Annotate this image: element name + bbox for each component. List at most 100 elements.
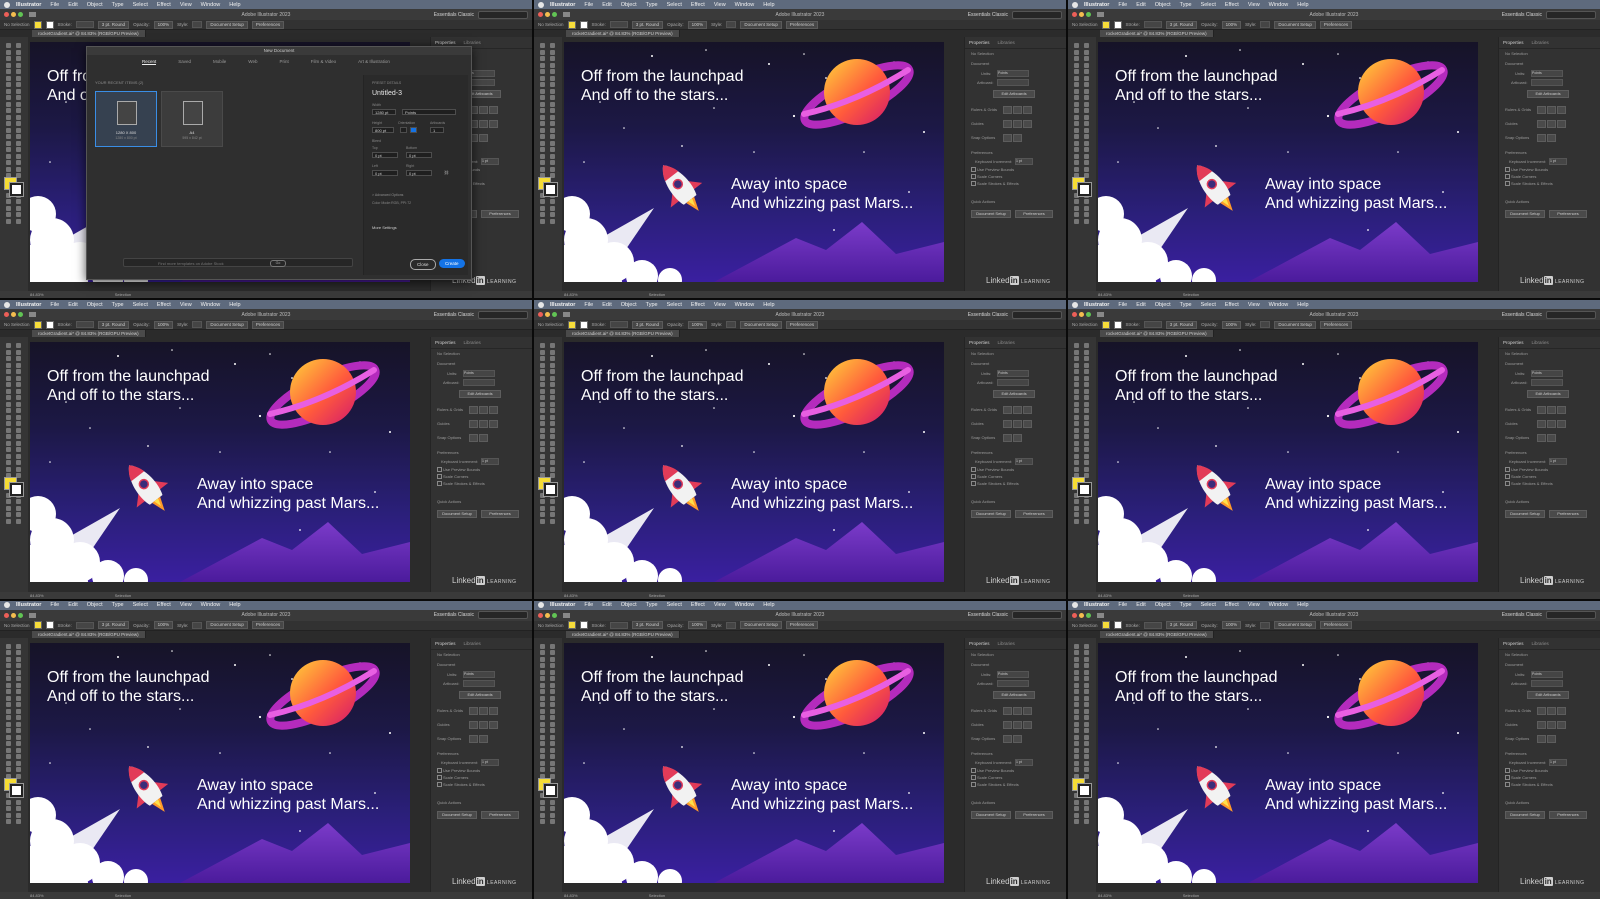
tool-icon[interactable] — [1084, 362, 1089, 368]
tool-icon[interactable] — [1074, 695, 1079, 701]
tool-icon[interactable] — [6, 95, 11, 100]
tool-icon[interactable] — [16, 460, 21, 466]
workspace-switcher[interactable]: Essentials Classic — [1502, 12, 1542, 18]
tool-icon[interactable] — [1074, 356, 1079, 362]
snap-to-point-icon[interactable] — [469, 734, 478, 743]
tool-icon[interactable] — [550, 147, 555, 152]
tool-icon[interactable] — [1084, 702, 1089, 708]
tool-icon[interactable] — [1084, 806, 1089, 812]
tool-icon[interactable] — [1084, 375, 1089, 381]
tab-properties[interactable]: Properties — [1503, 40, 1524, 45]
grid-toggle-icon[interactable] — [479, 406, 488, 415]
tool-icon[interactable] — [1074, 49, 1079, 55]
menu-item-window[interactable]: Window — [201, 302, 221, 308]
artwork-text-line-4[interactable]: And whizzing past Mars... — [731, 796, 913, 814]
zoom-level[interactable]: 84.83% — [30, 292, 44, 297]
tool-icon[interactable] — [16, 421, 21, 427]
tool-icon[interactable] — [1084, 160, 1089, 165]
tool-icon[interactable] — [1074, 466, 1079, 472]
transparency-grid-icon[interactable] — [489, 706, 498, 715]
tool-icon[interactable] — [1074, 767, 1079, 773]
tool-icon[interactable] — [1084, 747, 1089, 753]
tool-icon[interactable] — [6, 140, 11, 146]
menu-item-edit[interactable]: Edit — [1136, 602, 1145, 608]
brush-definition-select[interactable]: 3 pt. Round — [97, 20, 130, 29]
close-window-icon[interactable] — [4, 612, 9, 618]
tool-icon[interactable] — [6, 62, 11, 68]
scale-corners-checkbox[interactable] — [437, 774, 442, 780]
tool-icon[interactable] — [1084, 669, 1089, 675]
tool-icon[interactable] — [1074, 205, 1079, 211]
tool-icon[interactable] — [540, 447, 545, 453]
tab-libraries[interactable]: Libraries — [998, 641, 1015, 646]
zoom-window-icon[interactable] — [1086, 12, 1091, 17]
transparency-grid-icon[interactable] — [1023, 406, 1032, 415]
tool-icon[interactable] — [550, 88, 555, 94]
tool-icon[interactable] — [1084, 147, 1089, 152]
tool-icon[interactable] — [550, 199, 555, 204]
link-bleed-icon[interactable]: ⛓ — [442, 170, 449, 176]
home-icon[interactable] — [1097, 612, 1104, 618]
tool-icon[interactable] — [1074, 447, 1079, 453]
document-tab[interactable]: rocketGradient.ai* @ 84.83% (RGB/GPU Pre… — [32, 330, 146, 338]
tool-icon[interactable] — [550, 682, 555, 688]
tool-icon[interactable] — [540, 767, 545, 773]
menu-item-help[interactable]: Help — [763, 2, 774, 8]
document-setup-button[interactable]: Document Setup — [740, 20, 782, 29]
tool-icon[interactable] — [16, 101, 21, 107]
menu-item-type[interactable]: Type — [646, 2, 658, 8]
tool-icon[interactable] — [540, 754, 545, 760]
tool-icon[interactable] — [550, 82, 555, 87]
opacity-field[interactable]: 100% — [687, 621, 708, 630]
tool-icon[interactable] — [550, 134, 555, 139]
menu-item-effect[interactable]: Effect — [157, 602, 171, 608]
tool-icon[interactable] — [540, 708, 545, 714]
artboard[interactable]: Off from the launchpad And off to the st… — [564, 342, 944, 583]
tool-icon[interactable] — [550, 754, 555, 760]
tool-icon[interactable] — [1084, 388, 1089, 394]
tool-icon[interactable] — [16, 505, 21, 511]
tool-icon[interactable] — [1074, 440, 1079, 446]
snap-to-grid-icon[interactable] — [1547, 434, 1556, 443]
tool-icon[interactable] — [1084, 453, 1089, 459]
fill-swatch-control[interactable] — [1101, 320, 1110, 329]
menu-item-type[interactable]: Type — [112, 2, 124, 8]
tool-icon[interactable] — [540, 356, 545, 362]
tool-icon[interactable] — [1084, 799, 1089, 805]
quick-preferences-button[interactable]: Preferences — [1549, 210, 1587, 218]
tool-icon[interactable] — [16, 643, 21, 649]
guides-toggle-icon[interactable] — [1003, 120, 1012, 128]
tool-icon[interactable] — [16, 166, 21, 172]
artboard[interactable]: Off from the launchpad And off to the st… — [564, 642, 944, 883]
tool-icon[interactable] — [6, 447, 11, 453]
tool-icon[interactable] — [1074, 643, 1079, 649]
tool-icon[interactable] — [540, 721, 545, 727]
tool-icon[interactable] — [1084, 518, 1089, 524]
opacity-field[interactable]: 100% — [687, 20, 708, 29]
tool-icon[interactable] — [540, 643, 545, 649]
snap-to-point-icon[interactable] — [1537, 434, 1546, 443]
tool-icon[interactable] — [16, 427, 21, 433]
tool-icon[interactable] — [1074, 512, 1079, 518]
minimize-window-icon[interactable] — [545, 312, 550, 318]
tool-icon[interactable] — [550, 819, 555, 825]
tool-icon[interactable] — [16, 401, 21, 407]
stroke-swatch-control[interactable] — [579, 320, 588, 329]
tool-icon[interactable] — [550, 62, 555, 68]
artwork-text-line-2[interactable]: And off to the stars... — [1115, 688, 1262, 706]
tool-icon[interactable] — [6, 734, 11, 740]
tool-icon[interactable] — [6, 43, 11, 48]
edit-artboards-button[interactable]: Edit Artboards — [459, 390, 501, 399]
stock-search-input[interactable] — [1012, 310, 1062, 319]
stroke-swatch-control[interactable] — [1113, 20, 1122, 29]
menu-item-help[interactable]: Help — [1297, 2, 1308, 8]
tool-icon[interactable] — [1084, 754, 1089, 760]
tool-icon[interactable] — [1074, 421, 1079, 427]
tool-icon[interactable] — [1084, 427, 1089, 433]
tool-icon[interactable] — [6, 741, 11, 747]
style-select[interactable] — [1260, 321, 1271, 329]
tool-icon[interactable] — [1074, 382, 1079, 388]
tool-icon[interactable] — [6, 650, 11, 656]
tool-icon[interactable] — [1084, 741, 1089, 747]
scale-strokes-checkbox[interactable] — [1505, 481, 1510, 487]
